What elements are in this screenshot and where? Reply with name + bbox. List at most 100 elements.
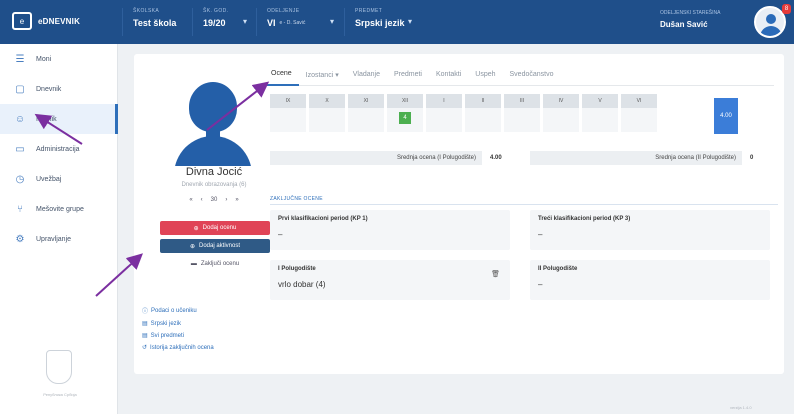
book-icon: ▢ [15,83,25,95]
average-label: Srednja ocena (II Polugodište) [530,151,742,165]
users-icon: ☺ [14,113,26,125]
average-value: 0 [750,155,754,161]
tab-izostanci[interactable]: Izostanci ▾ [299,64,346,86]
document-icon: ▤ [142,321,148,327]
close-grade-button[interactable]: ▬ Zaključi ocenu [160,257,270,271]
user-name: Dušan Savić [660,20,708,29]
school-selector[interactable]: ŠKOLSKA Test škola [122,8,182,36]
lock-icon: ▬ [190,261,197,267]
month-header: IV [543,94,579,108]
history-link[interactable]: ↺ Istorija zaključnih ocena [142,344,214,352]
tab-svedocanstvo[interactable]: Svedočanstvo [503,64,561,86]
plus-icon: ⊕ [193,225,199,232]
first-page-button[interactable]: « [189,197,192,203]
closing-card-second-half: II Polugodište – [530,260,770,300]
student-number: 30 [210,197,218,203]
tab-predmeti[interactable]: Predmeti [387,64,429,86]
card-title: Treći klasifikacioni period (KP 3) [538,216,631,222]
month-header: VI [621,94,657,108]
card-value: vrlo dobar (4) [278,280,326,289]
main-panel: Divna Jocić Dnevnik obrazovanja (6) « ‹ … [134,54,784,374]
branch-icon: ⑂ [17,203,23,215]
student-info-link[interactable]: ⓘ Podaci o učeniku [142,306,214,316]
month-header: V [582,94,618,108]
clock-icon: ◷ [15,173,25,185]
class-selector[interactable]: ODELJENJE VI e - D. Savić ▾ [256,8,334,36]
closing-card-kp1: Prvi klasifikacioni period (KP 1) – [270,210,510,250]
month-column[interactable]: I [426,94,462,132]
tab-vladanje[interactable]: Vladanje [346,64,387,86]
sidebar-item-administracija[interactable]: ▭ Administracija [0,134,118,164]
link-label: Istorija zaključnih ocena [150,344,214,351]
tab-uspeh[interactable]: Uspeh [468,64,502,86]
month-column[interactable]: XI [348,94,384,132]
link-label: Podaci o učeniku [151,307,197,314]
year-selector[interactable]: ŠK. GOD. 19/20 ▾ [192,8,247,36]
crest-caption: Република Србија [43,392,77,397]
sidebar-item-label: Uvežbaj [36,175,62,183]
sidebar-item-label: Imenik [36,115,57,123]
plus-icon: ⊕ [189,243,195,250]
chevron-down-icon: ▾ [407,17,412,26]
link-label: Svi predmeti [150,332,185,339]
card-title: Prvi klasifikacioni period (KP 1) [278,216,368,222]
document-icon: ▤ [142,333,148,339]
sidebar-item-imenik[interactable]: ☺ Imenik [0,104,118,134]
student-avatar [174,76,252,166]
subject-link[interactable]: ▤ Srpski jezik [142,320,214,328]
all-subjects-link[interactable]: ▤ Svi predmeti [142,332,214,340]
month-column[interactable]: X [309,94,345,132]
top-bar: e eDNEVNIK ŠKOLSKA Test škola ŠK. GOD. 1… [0,0,794,44]
month-column[interactable]: II [465,94,501,132]
brand[interactable]: e eDNEVNIK [12,12,80,30]
month-header: XI [348,94,384,108]
tab-ocene[interactable]: Ocene [264,64,299,86]
card-title: II Polugodište [538,266,578,272]
sidebar-item-label: Moni [36,55,52,63]
user-info[interactable]: ODELJENSKI STAREŠINA Dušan Savić [660,10,720,29]
month-column[interactable]: XII 4 [387,94,423,132]
month-column[interactable]: VI [621,94,657,132]
card-value: – [538,230,543,239]
average-second-half: Srednja ocena (II Polugodište) 0 [530,151,753,165]
month-column[interactable]: IV [543,94,579,132]
tab-kontakti[interactable]: Kontakti [429,64,468,86]
last-page-button[interactable]: » [235,197,238,203]
class-selector-sub: e - D. Savić [279,20,306,26]
next-page-button[interactable]: › [225,197,227,203]
school-selector-label: ŠKOLSKA [133,8,160,14]
month-column[interactable]: IX [270,94,306,132]
sidebar-item-moni[interactable]: ☰ Moni [0,44,118,74]
prev-page-button[interactable]: ‹ [201,197,203,203]
school-selector-value: Test škola [133,18,177,28]
month-column[interactable]: V [582,94,618,132]
brand-name: eDNEVNIK [38,16,81,26]
clipboard-icon: ▭ [15,143,25,155]
gear-icon: ⚙ [15,233,25,245]
add-grade-button[interactable]: ⊕ Dodaj ocenu [160,221,270,235]
notification-badge[interactable]: 8 [782,4,791,14]
grade-value[interactable]: 4 [399,112,411,124]
month-column[interactable]: III [504,94,540,132]
sidebar-item-upravljanje[interactable]: ⚙ Upravljanje [0,224,118,254]
student-links: ⓘ Podaci o učeniku ▤ Srpski jezik ▤ Svi pre… [142,306,214,356]
month-header: II [465,94,501,108]
tab-bar: Ocene Izostanci ▾ Vladanje Predmeti Kont… [264,64,774,86]
sidebar-item-mesovite-grupe[interactable]: ⑂ Mešovite grupe [0,194,118,224]
sidebar-item-dnevnik[interactable]: ▢ Dnevnik [0,74,118,104]
subject-selector[interactable]: PREDMET Srpski jezik ▾ [344,8,412,36]
close-grade-label: Zaključi ocenu [200,261,240,267]
year-selector-value: 19/20 [203,18,226,28]
card-value: – [278,230,283,239]
month-header: IX [270,94,306,108]
sidebar-item-uvezbaj[interactable]: ◷ Uvežbaj [0,164,118,194]
add-activity-button[interactable]: ⊕ Dodaj aktivnost [160,239,270,253]
student-name: Divna Jocić [185,166,243,178]
version-label: verzija 1.4.0 [730,405,752,410]
month-header: XII [387,94,423,108]
card-value: – [538,280,543,289]
grid-icon: ☰ [15,53,25,65]
sidebar-item-label: Administracija [36,145,80,153]
trash-icon[interactable]: 🗑 [491,270,500,278]
student-pager: « ‹ 30 › » [149,197,279,203]
